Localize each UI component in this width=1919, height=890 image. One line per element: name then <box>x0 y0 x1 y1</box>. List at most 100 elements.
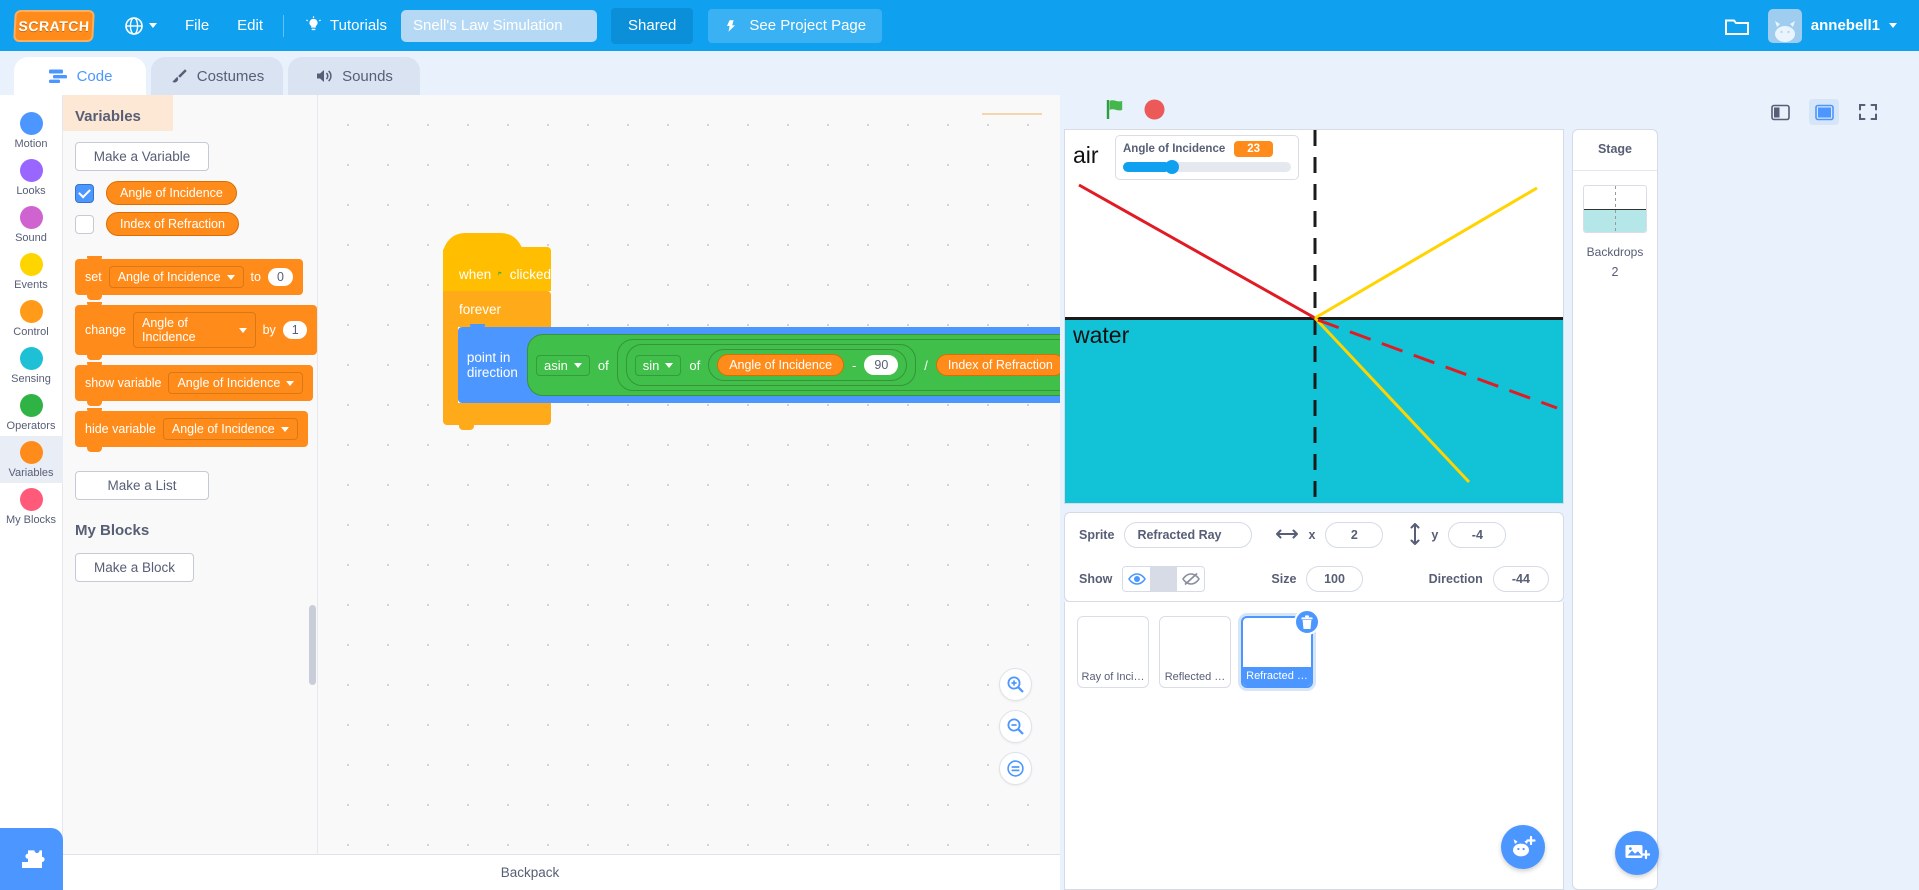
block-subtract[interactable]: Angle of Incidence - 90 <box>708 349 908 381</box>
block-palette[interactable]: Variables Make a Variable Angle of Incid… <box>63 95 318 890</box>
block-show-variable[interactable]: show variable Angle of Incidence <box>75 362 314 406</box>
block-set-variable[interactable]: set Angle of Incidence to 0 <box>75 256 303 300</box>
backdrop-thumbnail[interactable] <box>1583 185 1647 233</box>
zoom-out-button[interactable] <box>999 710 1032 743</box>
variable-reporter-index-of-refraction[interactable]: Index of Refraction <box>935 354 1060 376</box>
category-sound[interactable]: Sound <box>0 201 63 248</box>
block-point-in-direction[interactable]: point in direction asin of sin of Angle … <box>457 324 1060 403</box>
block-set-value[interactable]: 0 <box>267 268 293 286</box>
add-backdrop-button[interactable] <box>1615 831 1659 875</box>
subtract-operand-value[interactable]: 90 <box>864 355 899 375</box>
add-sprite-button[interactable] <box>1501 825 1545 869</box>
sprite-x-input[interactable]: 2 <box>1325 522 1384 548</box>
stage-selector-panel[interactable]: Stage Backdrops 2 <box>1572 129 1659 890</box>
sprite-item-ray-of-incidence[interactable]: Ray of Inci… <box>1077 616 1149 688</box>
sprite-direction-input[interactable]: -44 <box>1492 566 1550 592</box>
make-a-variable-button[interactable]: Make a Variable <box>75 142 209 171</box>
sprite-visibility-toggle[interactable] <box>1122 566 1206 592</box>
block-hide-variable[interactable]: hide variable Angle of Incidence <box>75 408 308 452</box>
variable-reporter-angle-of-incidence[interactable]: Angle of Incidence <box>717 354 845 376</box>
make-a-list-button[interactable]: Make a List <box>75 471 209 500</box>
point-in-direction-label: point in direction <box>466 350 518 380</box>
stage-variable-monitor[interactable]: Angle of Incidence 23 <box>1115 135 1299 180</box>
block-set-dropdown[interactable]: Angle of Incidence <box>108 266 244 288</box>
category-looks[interactable]: Looks <box>0 154 63 201</box>
sprite-item-reflected-ray[interactable]: Reflected … <box>1159 616 1231 688</box>
category-control[interactable]: Control <box>0 295 63 342</box>
small-stage-button[interactable] <box>1765 99 1795 125</box>
category-events[interactable]: Events <box>0 248 63 295</box>
backpack-bar[interactable]: Backpack <box>0 854 1060 890</box>
block-change-dropdown[interactable]: Angle of Incidence <box>133 312 256 348</box>
code-workspace[interactable]: when clicked forever point in direction <box>318 95 1060 890</box>
monitor-slider[interactable] <box>1123 160 1291 174</box>
variable-checkbox-index-of-refraction[interactable] <box>75 214 94 234</box>
menu-edit[interactable]: Edit <box>223 0 277 51</box>
block-divide[interactable]: sin of Angle of Incidence - 90 / Index o… <box>616 339 1060 391</box>
category-motion[interactable]: Motion <box>0 107 63 154</box>
large-stage-button[interactable] <box>1809 99 1839 125</box>
shared-button[interactable]: Shared <box>611 7 694 44</box>
hide-sprite-button[interactable] <box>1177 567 1204 591</box>
see-project-page-button[interactable]: See Project Page <box>708 8 883 43</box>
category-sensing[interactable]: Sensing <box>0 342 63 389</box>
menu-tutorials[interactable]: Tutorials <box>290 16 401 35</box>
extended-incident-dashed-line <box>1317 318 1558 410</box>
asin-dropdown[interactable]: asin <box>536 354 590 376</box>
category-my-blocks[interactable]: My Blocks <box>0 483 63 530</box>
minus-operator-label: - <box>852 357 857 373</box>
horizontal-arrow-icon <box>1276 528 1299 543</box>
language-selector[interactable] <box>110 16 171 36</box>
sprite-y-input[interactable]: -4 <box>1448 522 1507 548</box>
variable-reporter-angle-of-incidence[interactable]: Angle of Incidence <box>106 181 237 205</box>
sprite-item-refracted-ray[interactable]: Refracted … <box>1241 609 1320 688</box>
stop-button[interactable] <box>1143 98 1166 126</box>
eye-icon <box>1127 573 1146 585</box>
block-hide-dropdown[interactable]: Angle of Incidence <box>162 418 298 440</box>
script-stack[interactable]: when clicked forever point in direction <box>443 233 1060 430</box>
globe-icon <box>125 16 143 35</box>
block-change-value[interactable]: 1 <box>282 321 307 339</box>
block-forever[interactable]: forever <box>443 291 551 327</box>
sprite-list[interactable]: Ray of Inci… Reflected … Refracted … <box>1064 602 1564 890</box>
my-stuff-button[interactable] <box>1706 15 1768 37</box>
category-operators[interactable]: Operators <box>0 389 63 436</box>
size-label: Size <box>1271 572 1297 586</box>
menu-file[interactable]: File <box>171 0 223 51</box>
block-set-dropdown-label: Angle of Incidence <box>117 270 221 284</box>
green-flag-button[interactable] <box>1104 97 1129 127</box>
block-show-dropdown[interactable]: Angle of Incidence <box>168 372 304 394</box>
account-menu[interactable]: annebell1 <box>1767 8 1905 43</box>
scratch-logo[interactable]: SCRATCH <box>13 9 95 42</box>
stage-ray-diagram <box>1078 130 1558 503</box>
sin-dropdown[interactable]: sin <box>634 354 682 376</box>
variable-reporter-index-of-refraction[interactable]: Index of Refraction <box>106 212 239 236</box>
category-variables[interactable]: Variables <box>0 436 63 483</box>
block-math-op-asin[interactable]: asin of sin of Angle of Incidence - 90 /… <box>527 334 1060 396</box>
stage-canvas[interactable]: air water Angle of Incidence 23 <box>1064 129 1564 504</box>
block-when-flag-clicked[interactable]: when clicked <box>443 233 551 291</box>
zoom-in-button[interactable] <box>999 668 1032 701</box>
variable-checkbox-angle-of-incidence[interactable] <box>75 183 94 203</box>
show-sprite-button[interactable] <box>1123 567 1151 591</box>
palette-scrollbar[interactable] <box>309 605 316 685</box>
block-math-op-sin[interactable]: sin of Angle of Incidence - 90 <box>625 344 917 386</box>
category-color-dot <box>19 488 43 511</box>
monitor-name: Angle of Incidence <box>1123 143 1226 155</box>
fullscreen-button[interactable] <box>1853 99 1883 125</box>
project-title-input[interactable] <box>401 9 597 42</box>
sprite-size-input[interactable]: 100 <box>1306 566 1363 592</box>
add-extension-button[interactable] <box>0 828 63 890</box>
block-change-mid: by <box>262 323 276 337</box>
monitor-slider-knob[interactable] <box>1165 160 1179 174</box>
zoom-reset-button[interactable] <box>999 752 1032 785</box>
sprite-name-input[interactable]: Refracted Ray <box>1124 522 1253 548</box>
block-change-variable[interactable]: change Angle of Incidence by 1 <box>75 302 317 360</box>
x-label: x <box>1308 528 1316 542</box>
make-a-block-button[interactable]: Make a Block <box>75 553 194 582</box>
tab-code[interactable]: Code <box>14 57 146 95</box>
sprite-thumbnail <box>1078 617 1148 668</box>
tab-costumes[interactable]: Costumes <box>151 57 283 95</box>
delete-sprite-button[interactable] <box>1294 609 1320 635</box>
tab-sounds[interactable]: Sounds <box>288 57 420 95</box>
